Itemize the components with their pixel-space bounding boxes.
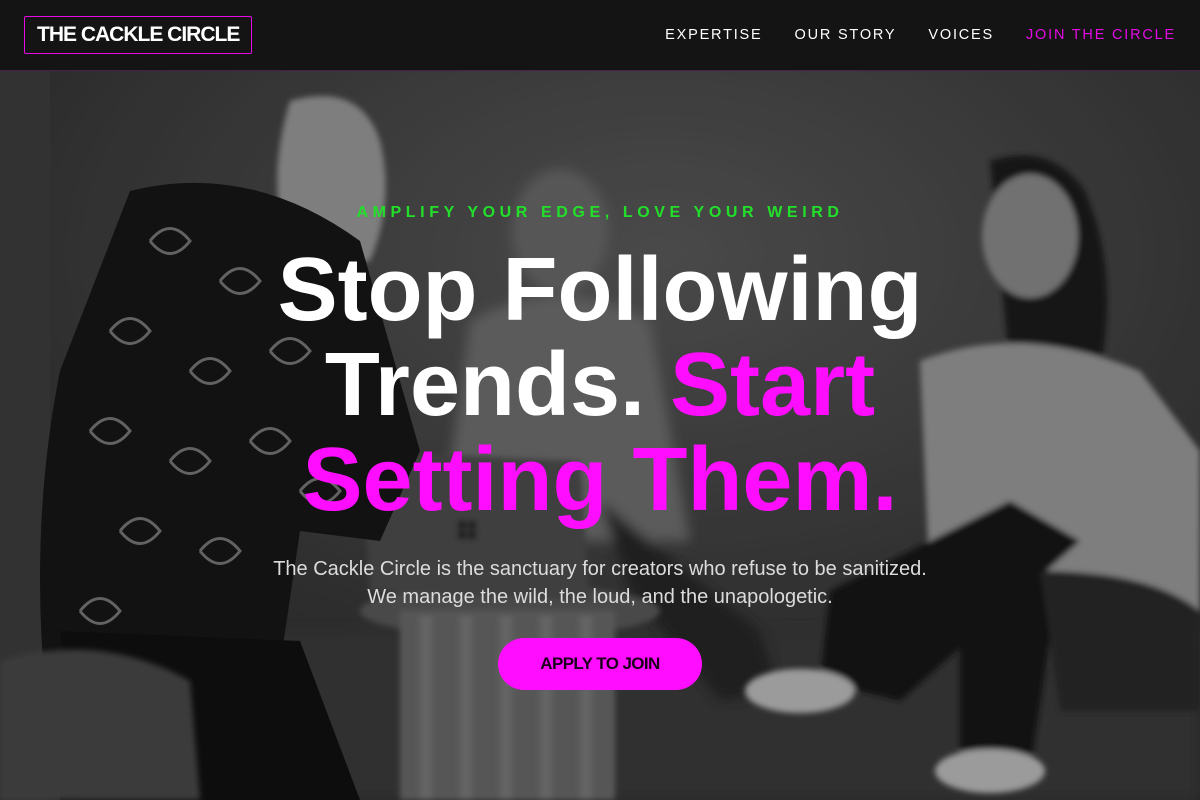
headline-line-1: Stop Following xyxy=(277,240,923,340)
nav-link-voices[interactable]: VOICES xyxy=(928,27,994,43)
hero-content: AMPLIFY YOUR EDGE, LOVE YOUR WEIRD Stop … xyxy=(0,71,1200,800)
hero-subtext-line-1: The Cackle Circle is the sanctuary for c… xyxy=(273,558,927,580)
headline-line-2-accent: Start xyxy=(670,335,876,435)
nav-link-our-story[interactable]: OUR STORY xyxy=(795,27,897,43)
hero-subtext-line-2: We manage the wild, the loud, and the un… xyxy=(367,586,833,608)
main-nav: EXPERTISE OUR STORY VOICES JOIN THE CIRC… xyxy=(665,27,1176,43)
hero-subtext: The Cackle Circle is the sanctuary for c… xyxy=(0,555,1200,611)
hero-eyebrow: AMPLIFY YOUR EDGE, LOVE YOUR WEIRD xyxy=(356,204,844,221)
hero-headline: Stop Following Trends. Start Setting The… xyxy=(0,243,1200,528)
top-navbar: THE CACKLE CIRCLE EXPERTISE OUR STORY VO… xyxy=(0,0,1200,71)
landing-page: THE CACKLE CIRCLE EXPERTISE OUR STORY VO… xyxy=(0,0,1200,800)
headline-line-3-accent: Setting Them. xyxy=(302,430,898,530)
nav-link-expertise[interactable]: EXPERTISE xyxy=(665,27,762,43)
headline-line-2-white: Trends. xyxy=(324,335,671,435)
brand-logo[interactable]: THE CACKLE CIRCLE xyxy=(24,16,253,54)
nav-link-join-the-circle[interactable]: JOIN THE CIRCLE xyxy=(1026,27,1176,43)
apply-to-join-button[interactable]: APPLY TO JOIN xyxy=(498,638,702,690)
